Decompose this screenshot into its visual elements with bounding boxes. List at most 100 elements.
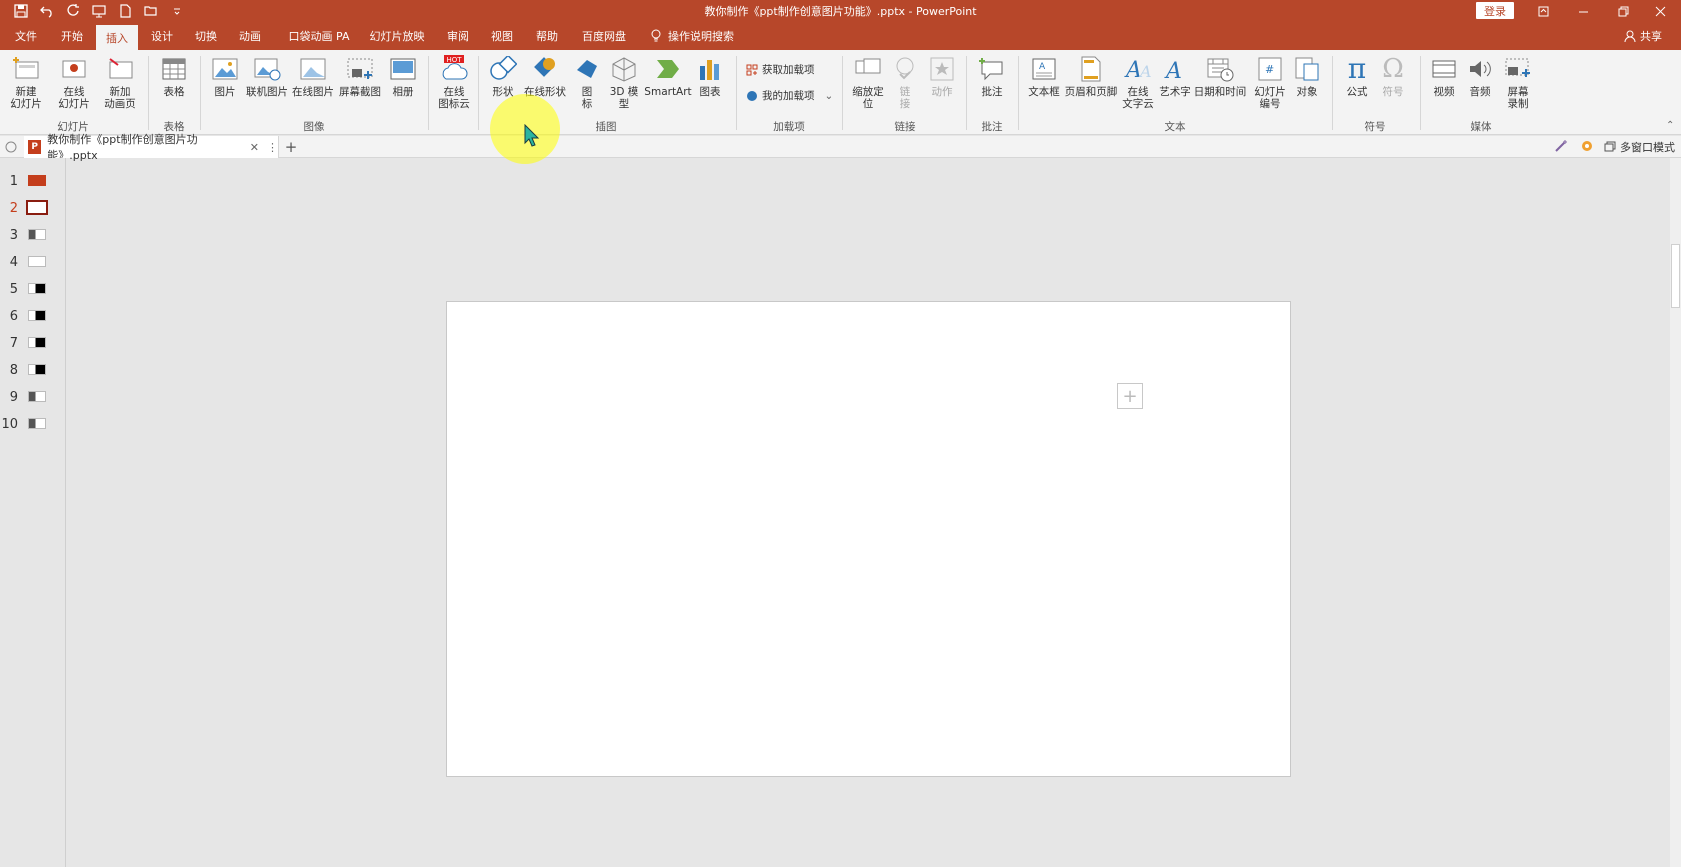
collapse-ribbon-icon[interactable]: ⌃ — [1666, 120, 1674, 131]
group-separator — [478, 56, 479, 130]
symbol-button[interactable]: Ω 符号 — [1376, 54, 1410, 98]
magic-wand-icon[interactable] — [1554, 139, 1568, 153]
more-options-icon[interactable]: ⋮ — [267, 141, 278, 154]
tab-slideshow[interactable]: 幻灯片放映 — [366, 22, 428, 50]
title-bar: 教你制作《ppt制作创意图片功能》.pptx - PowerPoint 登录 — [0, 0, 1681, 22]
textbox-icon: A — [1029, 54, 1059, 84]
login-button[interactable]: 登录 — [1476, 2, 1514, 19]
new-slide-button[interactable]: 新建 幻灯片 — [4, 54, 48, 110]
screen-record-label-2: 录制 — [1507, 98, 1529, 110]
tab-insert[interactable]: 插入 — [96, 25, 138, 50]
tab-review[interactable]: 审阅 — [440, 22, 476, 50]
tab-help[interactable]: 帮助 — [529, 22, 565, 50]
screen-recording-button[interactable]: 屏幕 录制 — [1498, 54, 1538, 110]
online-icon-cloud-button[interactable]: HOT 在线 图标云 — [432, 54, 476, 110]
date-time-button[interactable]: 日期和时间 — [1192, 54, 1248, 98]
get-addins-label: 获取加载项 — [762, 64, 815, 76]
object-button[interactable]: 对象 — [1290, 54, 1324, 98]
my-addins-button[interactable]: 我的加载项 ⌄ — [746, 88, 833, 103]
calendar-icon — [1205, 54, 1235, 84]
slide-thumbnail[interactable]: 7 — [0, 332, 66, 354]
close-tab-icon[interactable]: ✕ — [250, 141, 259, 154]
tab-list-icon[interactable] — [4, 140, 18, 154]
slide-preview — [28, 337, 46, 348]
tab-design[interactable]: 设计 — [144, 22, 180, 50]
mouse-cursor-icon — [524, 124, 540, 147]
chart-button[interactable]: 图表 — [694, 54, 726, 98]
video-button[interactable]: 视频 — [1426, 54, 1462, 98]
action-button[interactable]: 动作 — [924, 54, 960, 98]
group-label-text: 文本 — [1164, 121, 1186, 133]
tell-me-search[interactable]: 操作说明搜索 — [650, 22, 734, 50]
zoom-button[interactable]: 缩放定 位 — [848, 54, 888, 110]
online-text-cloud-button[interactable]: AA 在线 文字云 — [1120, 54, 1156, 110]
share-button[interactable]: 共享 — [1624, 22, 1662, 50]
table-button[interactable]: 表格 — [154, 54, 194, 98]
slide-preview — [28, 175, 46, 186]
get-addins-button[interactable]: 获取加载项 — [746, 62, 815, 77]
group-separator — [1018, 56, 1019, 130]
slide-number: 6 — [9, 309, 18, 324]
slide-thumbnail[interactable]: 9 — [0, 386, 66, 408]
comment-label: 批注 — [981, 86, 1003, 98]
online-picture-button[interactable]: 联机图片 — [244, 54, 290, 98]
icons-button[interactable]: 图 标 — [572, 54, 602, 110]
group-label-comments: 批注 — [981, 121, 1003, 133]
online-shapes-button[interactable]: 在线形状 — [522, 54, 568, 98]
star-icon — [927, 54, 957, 84]
new-animation-page-button[interactable]: 新加 动画页 — [98, 54, 142, 110]
tab-file[interactable]: 文件 — [8, 22, 44, 50]
slide-thumbnail[interactable]: 6 — [0, 305, 66, 327]
tab-baidu-netdisk[interactable]: 百度网盘 — [576, 22, 632, 50]
slide-thumbnail[interactable]: 8 — [0, 359, 66, 381]
slide-thumbnail-current[interactable]: 2 — [0, 197, 66, 219]
comment-button[interactable]: 批注 — [972, 54, 1012, 98]
smartart-button[interactable]: SmartArt — [644, 54, 692, 98]
slide-thumbnail[interactable]: 1 — [0, 170, 66, 192]
audio-label: 音频 — [1469, 86, 1491, 98]
header-footer-button[interactable]: 页眉和页脚 — [1064, 54, 1118, 98]
chart-label: 图表 — [699, 86, 721, 98]
video-label: 视频 — [1433, 86, 1455, 98]
album-button[interactable]: 相册 — [384, 54, 422, 98]
smartart-icon — [653, 54, 683, 84]
tab-transitions[interactable]: 切换 — [188, 22, 224, 50]
scrollbar-thumb[interactable] — [1671, 244, 1680, 308]
shapes-button[interactable]: 形状 — [484, 54, 522, 98]
slide-number-button[interactable]: # 幻灯片 编号 — [1250, 54, 1290, 110]
3d-models-button[interactable]: 3D 模 型 — [604, 54, 644, 110]
link-label-1: 链 — [899, 86, 911, 98]
wordart-button[interactable]: A 艺术字 — [1158, 54, 1192, 98]
online-slide-button[interactable]: 在线 幻灯片 — [50, 54, 98, 110]
settings-gear-icon[interactable] — [1580, 139, 1594, 153]
audio-button[interactable]: 音频 — [1462, 54, 1498, 98]
album-label: 相册 — [392, 86, 414, 98]
link-button[interactable]: 链 接 — [888, 54, 922, 110]
tab-view[interactable]: 视图 — [484, 22, 520, 50]
picture-button[interactable]: 图片 — [206, 54, 244, 98]
online-image-button[interactable]: 在线图片 — [290, 54, 336, 98]
document-tab[interactable]: P 教你制作《ppt制作创意图片功能》.pptx ✕ ⋮ — [24, 133, 279, 162]
tab-animations[interactable]: 动画 — [232, 22, 268, 50]
screenshot-button[interactable]: 屏幕截图 — [336, 54, 384, 98]
group-separator — [1332, 56, 1333, 130]
slide-thumbnail[interactable]: 10 — [0, 413, 66, 435]
slide-thumbnail[interactable]: 4 — [0, 251, 66, 273]
group-separator — [736, 56, 737, 130]
content-placeholder-plus-icon[interactable]: + — [1117, 383, 1143, 409]
add-tab-icon[interactable]: + — [282, 138, 300, 156]
close-icon[interactable] — [1637, 0, 1681, 22]
multi-window-mode-button[interactable]: 多窗口模式 — [1604, 136, 1675, 158]
tab-pocket-animation[interactable]: 口袋动画 PA — [282, 22, 356, 50]
slide-number: 10 — [1, 417, 18, 432]
tab-home[interactable]: 开始 — [54, 22, 90, 50]
equation-button[interactable]: π 公式 — [1338, 54, 1376, 99]
slide-canvas[interactable]: + — [446, 301, 1291, 777]
slide-thumbnail[interactable]: 3 — [0, 224, 66, 246]
group-separator — [1420, 56, 1421, 130]
vertical-scrollbar[interactable] — [1670, 158, 1681, 867]
slide-thumbnail[interactable]: 5 — [0, 278, 66, 300]
textbox-button[interactable]: A 文本框 — [1024, 54, 1064, 98]
group-separator — [966, 56, 967, 130]
table-icon — [159, 54, 189, 84]
